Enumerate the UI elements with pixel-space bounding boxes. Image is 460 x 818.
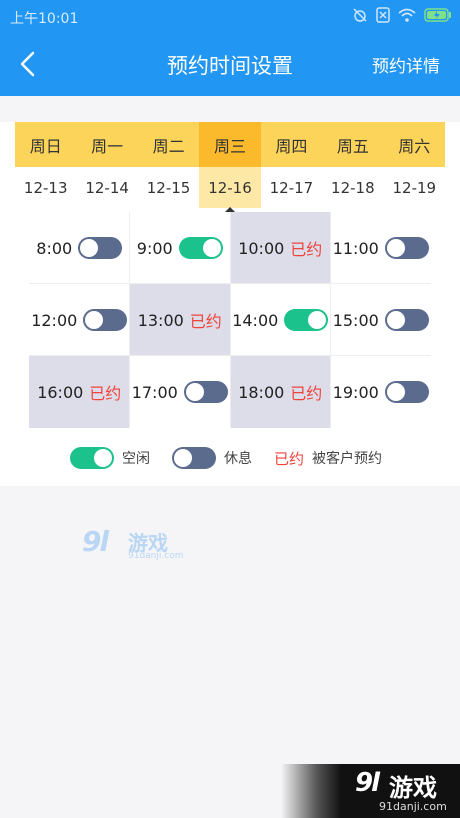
slot-time: 15:00: [332, 310, 379, 330]
slot-time: 12:00: [31, 310, 78, 330]
app-header: 预约时间设置 预约详情: [0, 34, 460, 96]
time-slot-grid: 8:00 9:00 10:00 已约 11:00 12:00 13:00 已约 …: [29, 212, 431, 428]
toggle-knob: [308, 311, 327, 329]
legend-toggle-off-icon: [172, 447, 216, 469]
time-slot-1300[interactable]: 13:00 已约: [129, 284, 230, 356]
day-tab-thu[interactable]: 周四 12-17: [260, 122, 323, 208]
time-slot-1400[interactable]: 14:00: [230, 284, 331, 356]
status-icons: [352, 7, 452, 23]
booked-label: 已约: [89, 384, 122, 403]
toggle-knob: [185, 383, 204, 401]
slot-toggle[interactable]: [284, 309, 329, 331]
day-tab-sun[interactable]: 周日 12-13: [15, 122, 77, 208]
toggle-knob: [174, 449, 192, 467]
slot-time: 13:00: [137, 310, 184, 330]
watermark-logo-mark: 9l: [82, 525, 109, 558]
day-tab-wed[interactable]: 周三 12-16: [199, 122, 261, 214]
grid-divider: [330, 212, 331, 428]
sim-off-icon: [376, 7, 390, 23]
grid-divider: [129, 212, 130, 428]
legend-booked-desc: 被客户预约: [312, 451, 383, 467]
day-name: 周四: [260, 122, 323, 167]
watermark-logo: 9l 游戏 91danji.com: [82, 525, 184, 565]
day-name: 周三: [199, 122, 261, 167]
day-tab-fri[interactable]: 周五 12-18: [322, 122, 384, 208]
booked-label: 已约: [189, 312, 222, 331]
booking-details-button[interactable]: 预约详情: [372, 52, 440, 77]
schedule-card: 周日 12-13 周一 12-14 周二 12-15 周三 12-16 周四 1…: [0, 96, 460, 486]
time-slot-1900[interactable]: 19:00: [330, 356, 431, 428]
watermark-fade: [281, 764, 341, 818]
slot-toggle[interactable]: [384, 381, 429, 403]
time-slot-1600[interactable]: 16:00 已约: [29, 356, 130, 428]
status-time: 上午10:01: [10, 11, 79, 27]
legend-rest-label: 休息: [224, 451, 252, 467]
slot-time: 9:00: [136, 238, 173, 258]
slot-toggle[interactable]: [384, 309, 429, 331]
day-tab-mon[interactable]: 周一 12-14: [76, 122, 138, 208]
slot-toggle[interactable]: [78, 237, 123, 259]
day-date: 12-15: [137, 167, 200, 208]
day-date: 12-14: [76, 167, 138, 208]
day-tab-sat[interactable]: 周六 12-19: [383, 122, 445, 208]
toggle-knob: [94, 449, 112, 467]
legend-toggle-on-icon: [70, 447, 114, 469]
slot-toggle[interactable]: [178, 237, 223, 259]
time-slot-1800[interactable]: 18:00 已约: [230, 356, 331, 428]
time-slot-1500[interactable]: 15:00: [330, 284, 431, 356]
toggle-knob: [386, 311, 405, 329]
day-name: 周六: [383, 122, 445, 167]
day-tab-tue[interactable]: 周二 12-15: [137, 122, 200, 208]
time-slot-1200[interactable]: 12:00: [29, 284, 130, 356]
day-name: 周二: [137, 122, 200, 167]
day-date: 12-18: [322, 167, 384, 208]
slot-time: 11:00: [332, 238, 379, 258]
toggle-knob: [386, 239, 405, 257]
toggle-knob: [386, 383, 405, 401]
time-slot-1000[interactable]: 10:00 已约: [230, 212, 331, 284]
legend-booked-word: 已约: [274, 449, 305, 468]
toggle-knob: [80, 239, 99, 257]
day-date: 12-13: [15, 167, 77, 208]
corner-watermark: 9l 游戏 91danji.com: [281, 764, 460, 818]
day-date: 12-16: [199, 167, 261, 208]
legend: 空闲 休息 已约 被客户预约: [70, 446, 382, 470]
watermark-site: 91danji.com: [128, 551, 184, 561]
slot-time: 16:00: [37, 382, 84, 402]
slot-toggle[interactable]: [183, 381, 228, 403]
time-slot-0900[interactable]: 9:00: [129, 212, 230, 284]
day-name: 周日: [15, 122, 77, 167]
day-date: 12-19: [383, 167, 445, 208]
corner-watermark-site: 91danji.com: [379, 800, 447, 813]
card-spacer: [0, 96, 460, 122]
slot-toggle[interactable]: [83, 309, 128, 331]
day-name: 周五: [322, 122, 384, 167]
week-selector: 周日 12-13 周一 12-14 周二 12-15 周三 12-16 周四 1…: [15, 122, 445, 214]
slot-time: 17:00: [131, 382, 178, 402]
slot-time: 8:00: [36, 238, 73, 258]
slot-time: 19:00: [332, 382, 379, 402]
slot-time: 18:00: [238, 382, 285, 402]
battery-icon: [424, 8, 451, 22]
grid-divider: [229, 212, 231, 428]
corner-watermark-name: 游戏: [389, 774, 437, 802]
slot-toggle[interactable]: [384, 237, 429, 259]
alarm-off-icon: [353, 8, 367, 22]
wifi-icon: [398, 8, 416, 22]
booked-label: 已约: [290, 384, 323, 403]
time-slot-0800[interactable]: 8:00: [29, 212, 130, 284]
day-name: 周一: [76, 122, 138, 167]
booked-label: 已约: [290, 240, 323, 259]
time-slot-1100[interactable]: 11:00: [330, 212, 431, 284]
day-date: 12-17: [260, 167, 323, 208]
slot-time: 14:00: [232, 310, 279, 330]
toggle-knob: [202, 239, 221, 257]
toggle-knob: [85, 311, 104, 329]
slot-time: 10:00: [238, 238, 285, 258]
corner-watermark-logo: 9l: [355, 768, 380, 798]
time-slot-1700[interactable]: 17:00: [129, 356, 230, 428]
legend-free-label: 空闲: [122, 451, 150, 467]
status-bar: 上午10:01: [0, 0, 460, 34]
